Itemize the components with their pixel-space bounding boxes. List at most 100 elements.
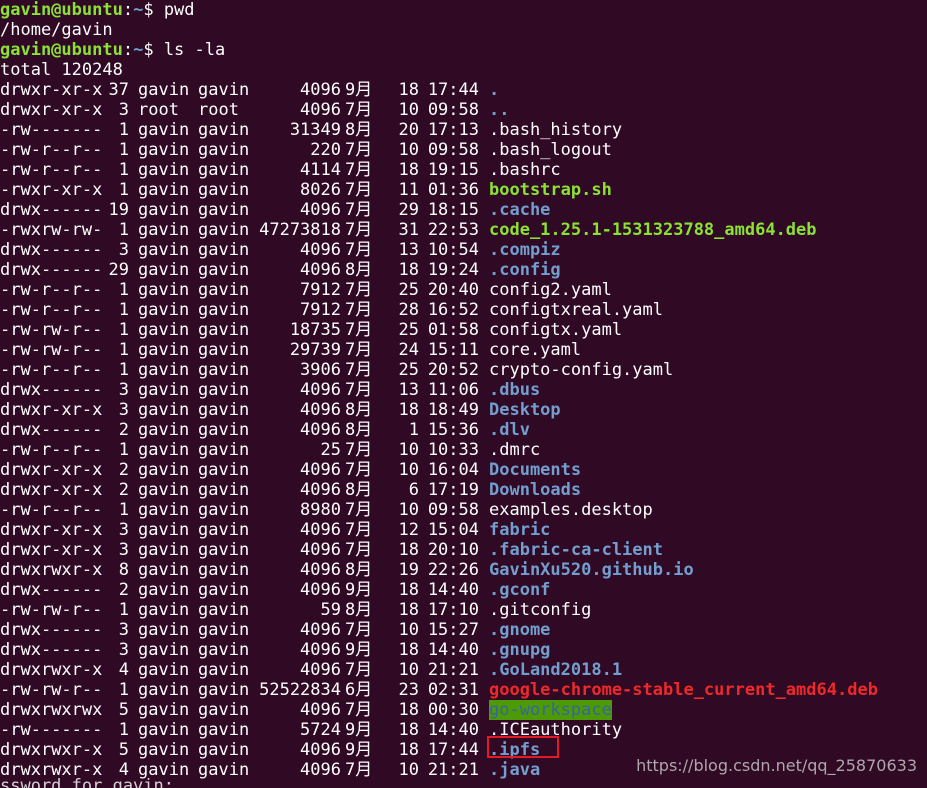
- entry-day: 18: [398, 400, 419, 420]
- entry-permissions: -rw-r--r--: [0, 140, 103, 160]
- entry-permissions: -rw-rw-r--: [0, 340, 103, 360]
- entry-links: 1: [118, 160, 129, 180]
- listing-row: -rw------- 1 gavin gavin 31349 8月 20 17:13 .bash…: [0, 120, 927, 140]
- entry-links: 3: [118, 540, 129, 560]
- entry-permissions: -rwxr-xr-x: [0, 180, 103, 200]
- listing-row: drwxr-xr-x 2 gavin gavin 4096 7月 10 16:04 Docume…: [0, 460, 927, 480]
- entry-owner: gavin: [138, 720, 190, 740]
- entry-owner: gavin: [138, 740, 190, 760]
- entry-name-text: .gnupg: [489, 640, 551, 660]
- entry-name: .GoLand2018.1: [479, 660, 622, 680]
- entry-size: 7912: [300, 280, 341, 300]
- listing-row: -rw-r--r-- 1 gavin gavin 8980 7月 10 09:58 exampl…: [0, 500, 927, 520]
- entry-time: 20:52: [427, 360, 479, 380]
- entry-links: 1: [118, 300, 129, 320]
- entry-time: 09:58: [427, 100, 479, 120]
- entry-permissions: -rw-r--r--: [0, 360, 103, 380]
- entry-size: 4096: [300, 420, 341, 440]
- entry-day: 13: [398, 240, 419, 260]
- entry-month: 7月: [345, 140, 373, 160]
- entry-group: root: [198, 100, 239, 120]
- entry-month: 6月: [345, 680, 373, 700]
- entry-permissions: drwx------: [0, 240, 103, 260]
- entry-links: 1: [118, 500, 129, 520]
- listing-row: drwx------ 2 gavin gavin 4096 8月 1 15:36 .dlv: [0, 420, 927, 440]
- entry-name: .cache: [479, 200, 550, 220]
- entry-group: gavin: [198, 500, 250, 520]
- entry-size: 52522834: [259, 680, 341, 700]
- entry-time: 15:11: [427, 340, 479, 360]
- entry-time: 15:36: [427, 420, 479, 440]
- entry-name-text: Documents: [489, 460, 582, 480]
- entry-day: 29: [398, 200, 419, 220]
- entry-day: 18: [398, 700, 419, 720]
- entry-month: 9月: [345, 720, 373, 740]
- entry-month: 7月: [345, 300, 373, 320]
- entry-time: 09:58: [427, 500, 479, 520]
- entry-name-text: .compiz: [489, 240, 561, 260]
- entry-time: 00:30: [427, 700, 479, 720]
- prompt-line: gavin@ubuntu:~$ pwd: [0, 0, 195, 20]
- entry-group: gavin: [198, 620, 250, 640]
- entry-name: go-workspace: [479, 700, 612, 720]
- entry-group: gavin: [198, 660, 250, 680]
- entry-group: gavin: [198, 480, 250, 500]
- terminal[interactable]: gavin@ubuntu:~$ pwd /home/gavin gavin@ub…: [0, 0, 927, 780]
- entry-day: 18: [398, 260, 419, 280]
- entry-links: 1: [118, 220, 129, 240]
- entry-size: 4096: [300, 660, 341, 680]
- entry-day: 23: [398, 680, 419, 700]
- entry-day: 25: [398, 280, 419, 300]
- entry-permissions: drwx------: [0, 640, 103, 660]
- entry-month: 7月: [345, 320, 373, 340]
- entry-day: 10: [398, 620, 419, 640]
- entry-owner: gavin: [138, 500, 190, 520]
- entry-permissions: drwxr-xr-x: [0, 100, 103, 120]
- entry-month: 7月: [345, 360, 373, 380]
- entry-permissions: -rw-------: [0, 720, 103, 740]
- entry-name: .bash_history: [479, 120, 622, 140]
- entry-month: 7月: [345, 160, 373, 180]
- entry-time: 22:26: [427, 560, 479, 580]
- entry-name-text: google-chrome-stable_current_amd64.deb: [489, 680, 878, 700]
- entry-group: gavin: [198, 460, 250, 480]
- entry-day: 10: [398, 140, 419, 160]
- entry-month: 7月: [345, 760, 373, 780]
- entry-group: gavin: [198, 760, 250, 780]
- entry-time: 14:40: [427, 640, 479, 660]
- entry-links: 1: [118, 140, 129, 160]
- entry-owner: gavin: [138, 380, 190, 400]
- entry-permissions: -rw-r--r--: [0, 500, 103, 520]
- entry-name-text: code_1.25.1-1531323788_amd64.deb: [489, 220, 817, 240]
- entry-size: 4096: [300, 80, 341, 100]
- entry-size: 4096: [300, 480, 341, 500]
- entry-day: 25: [398, 320, 419, 340]
- entry-month: 7月: [345, 220, 373, 240]
- entry-month: 7月: [345, 540, 373, 560]
- entry-permissions: -rwxrw-rw-: [0, 220, 103, 240]
- entry-size: 29739: [289, 340, 341, 360]
- entry-month: 9月: [345, 740, 373, 760]
- listing-row: -rwxr-xr-x 1 gavin gavin 8026 7月 11 01:36 bootst…: [0, 180, 927, 200]
- entry-group: gavin: [198, 140, 250, 160]
- entry-time: 02:31: [427, 680, 479, 700]
- entry-links: 3: [118, 400, 129, 420]
- entry-name: Desktop: [479, 400, 561, 420]
- entry-month: 8月: [345, 480, 373, 500]
- entry-month: 8月: [345, 560, 373, 580]
- entry-day: 13: [398, 380, 419, 400]
- entry-month: 7月: [345, 520, 373, 540]
- listing-row: drwx------ 2 gavin gavin 4096 9月 18 14:40 .gconf: [0, 580, 927, 600]
- entry-name: core.yaml: [479, 340, 581, 360]
- entry-size: 31349: [289, 120, 341, 140]
- listing-row: -rw-r--r-- 1 gavin gavin 4114 7月 18 19:15 .bashr…: [0, 160, 927, 180]
- entry-size: 4096: [300, 260, 341, 280]
- partial-line: ssword for gavin:: [0, 776, 174, 788]
- entry-name-text: .: [489, 80, 500, 100]
- entry-group: gavin: [198, 720, 250, 740]
- listing-row: -rw-rw-r-- 1 gavin gavin 18735 7月 25 01:58 confi…: [0, 320, 927, 340]
- entry-size: 4096: [300, 740, 341, 760]
- entry-owner: gavin: [138, 260, 190, 280]
- entry-name: .compiz: [479, 240, 561, 260]
- entry-name: .dmrc: [479, 440, 540, 460]
